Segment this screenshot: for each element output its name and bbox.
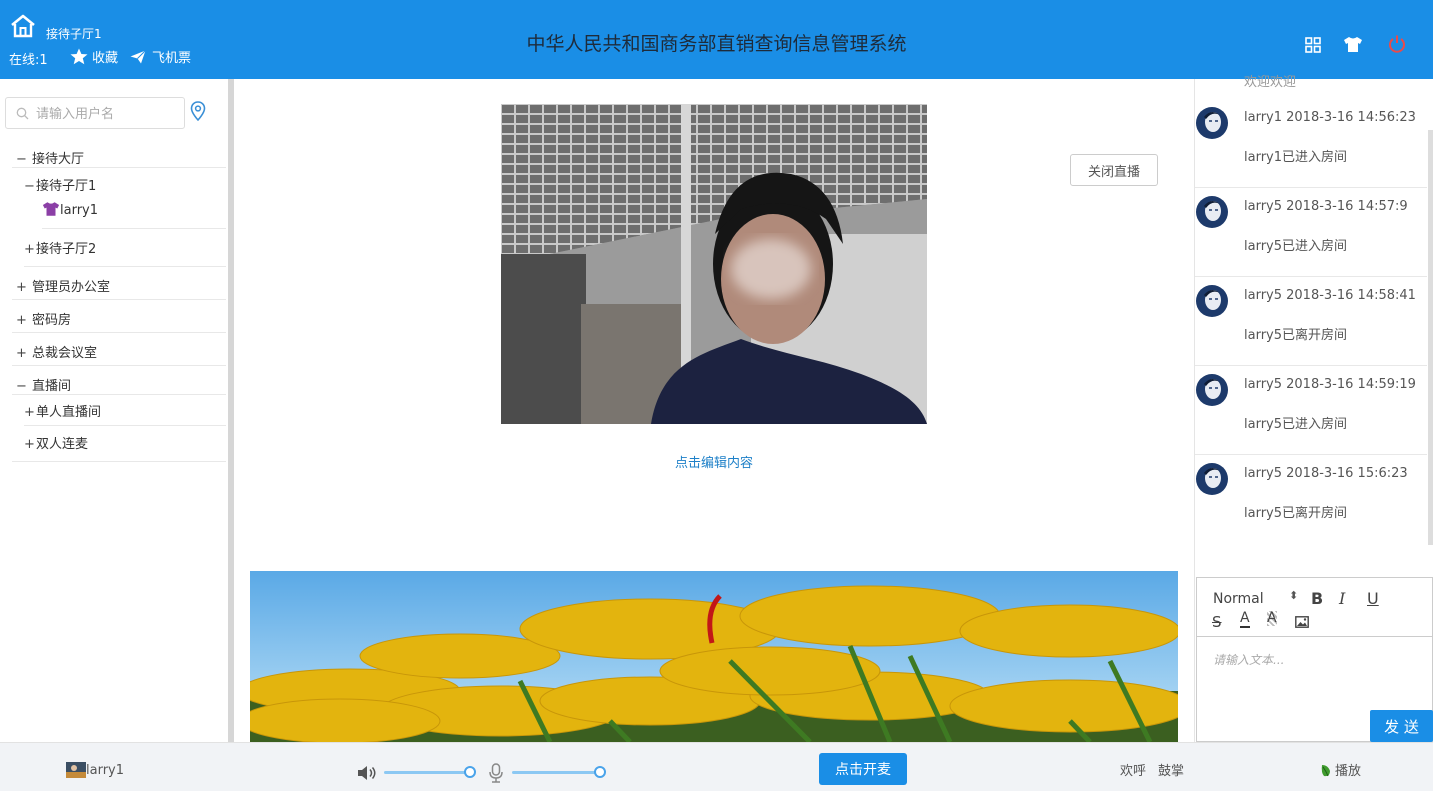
tree-item-ceo-meeting-room[interactable]: + 总裁会议室 — [12, 335, 226, 366]
play-button[interactable]: 播放 — [1319, 760, 1361, 779]
user-search-box — [5, 97, 185, 129]
shirt-icon[interactable] — [1343, 36, 1363, 53]
send-button[interactable]: 发 送 — [1370, 710, 1433, 742]
chat-message: larry5 2018-3-16 14:59:19 larry5已进入房间 — [1195, 366, 1427, 455]
close-live-button[interactable]: 关闭直播 — [1070, 154, 1158, 186]
tree-item-label: 接待大厅 — [32, 152, 85, 167]
chat-message-header: larry5 2018-3-16 14:58:41 — [1244, 288, 1416, 303]
expand-toggle[interactable]: + — [12, 346, 32, 361]
chat-message-header: larry5 2018-3-16 14:57:9 — [1244, 199, 1408, 214]
current-user-name: larry1 — [86, 762, 125, 778]
format-select-value: Normal — [1213, 591, 1264, 607]
chat-message: larry5 2018-3-16 15:6:23 larry5已离开房间 — [1195, 455, 1427, 544]
tree-item-single-live[interactable]: +单人直播间 — [24, 395, 226, 426]
tulip-banner-image — [250, 571, 1178, 742]
chat-message-partial: 欢迎欢迎 — [1244, 75, 1297, 90]
expand-toggle[interactable]: + — [24, 405, 36, 420]
chat-message-text: larry1已进入房间 — [1244, 150, 1348, 165]
tree-item-sub-hall-2[interactable]: +接待子厅2 — [24, 231, 226, 267]
expand-toggle[interactable]: + — [12, 313, 32, 328]
chat-message: larry1 2018-3-16 14:56:23 larry1已进入房间 — [1195, 99, 1427, 188]
collapse-toggle[interactable]: − — [12, 379, 32, 394]
chat-message: larry5 2018-3-16 14:57:9 larry5已进入房间 — [1195, 188, 1427, 277]
tree-item-admin-office[interactable]: + 管理员办公室 — [12, 269, 226, 300]
collapse-toggle[interactable]: − — [12, 152, 32, 167]
tree-item-label: 单人直播间 — [36, 405, 102, 420]
italic-icon[interactable]: I — [1339, 589, 1345, 608]
clap-button[interactable]: 鼓掌 — [1158, 760, 1184, 779]
power-icon[interactable] — [1387, 34, 1407, 54]
tree-item-label: larry1 — [60, 203, 99, 218]
avatar — [1196, 463, 1228, 495]
top-header: 接待子厅1 在线:1 收藏 飞机票 中华人民共和国商务部直销查询信息管理系统 — [0, 0, 1433, 79]
current-user: larry1 — [66, 762, 124, 778]
main-content: 关闭直播 点击编辑内容 — [234, 79, 1194, 742]
tree-item-label: 直播间 — [32, 379, 72, 394]
live-video-frame — [501, 104, 927, 424]
chat-message-header: larry5 2018-3-16 15:6:23 — [1244, 466, 1408, 481]
location-pin-icon[interactable] — [190, 101, 206, 121]
expand-toggle[interactable]: + — [24, 437, 36, 452]
tree-item-dual-mic[interactable]: +双人连麦 — [12, 427, 226, 462]
tree-item-label: 管理员办公室 — [32, 280, 111, 295]
select-arrows-icon: ⬍ — [1289, 589, 1299, 602]
tree-item-password-room[interactable]: + 密码房 — [12, 302, 226, 333]
tree-item-label: 总裁会议室 — [32, 346, 98, 361]
bottom-bar: larry1 点击开麦 欢呼 鼓掌 播放 — [0, 742, 1433, 791]
editor-toolbar: Normal ⬍ B I U S A A — [1197, 578, 1432, 637]
expand-toggle[interactable]: + — [24, 242, 36, 257]
chat-message-text: larry5已进入房间 — [1244, 417, 1348, 432]
chat-message-text: larry5已离开房间 — [1244, 328, 1348, 343]
search-icon — [16, 107, 29, 120]
volume-slider[interactable] — [384, 766, 476, 778]
open-mic-button[interactable]: 点击开麦 — [819, 753, 907, 785]
microphone-icon[interactable] — [488, 763, 504, 783]
image-icon[interactable] — [1295, 616, 1309, 628]
play-label: 播放 — [1335, 764, 1362, 779]
expand-toggle[interactable]: + — [12, 280, 32, 295]
message-input[interactable]: 请输入文本... — [1213, 651, 1284, 668]
user-thumbnail — [66, 762, 86, 778]
tree-item-reception-hall[interactable]: − 接待大厅 — [12, 141, 226, 168]
speaker-icon[interactable] — [357, 765, 377, 781]
mic-volume-slider[interactable] — [512, 766, 606, 778]
collapse-toggle[interactable]: − — [24, 179, 36, 194]
text-color-icon[interactable]: A — [1240, 611, 1250, 628]
volume-slider-knob[interactable] — [464, 766, 476, 778]
tree-item-label: 密码房 — [32, 313, 72, 328]
strikethrough-icon[interactable]: S — [1212, 613, 1222, 631]
tree-item-label: 接待子厅2 — [36, 242, 97, 257]
tree-item-label: 双人连麦 — [36, 437, 89, 452]
user-shirt-icon — [42, 202, 60, 216]
avatar — [1196, 107, 1228, 139]
tree-item-user-larry1[interactable]: larry1 — [42, 195, 226, 229]
chat-message-text: larry5已进入房间 — [1244, 239, 1348, 254]
chat-message-header: larry5 2018-3-16 14:59:19 — [1244, 377, 1416, 392]
background-color-icon[interactable]: A — [1267, 611, 1277, 626]
avatar — [1196, 285, 1228, 317]
avatar — [1196, 374, 1228, 406]
live-video[interactable] — [501, 104, 927, 424]
chat-scrollbar[interactable] — [1428, 130, 1433, 545]
format-select[interactable]: Normal — [1213, 591, 1264, 607]
chat-message-text: larry5已离开房间 — [1244, 506, 1348, 521]
app-title: 中华人民共和国商务部直销查询信息管理系统 — [526, 33, 907, 55]
tree-item-label: 接待子厅1 — [36, 179, 97, 194]
chat-message: larry5 2018-3-16 14:58:41 larry5已离开房间 — [1195, 277, 1427, 366]
chat-message-header: larry1 2018-3-16 14:56:23 — [1244, 110, 1416, 125]
cheer-button[interactable]: 欢呼 — [1120, 760, 1146, 779]
room-sidebar: −接待大厅 −接待子厅1 larry1 +接待子厅2 +管理员办公室 +密码房 … — [0, 79, 228, 742]
grid-icon[interactable] — [1305, 37, 1321, 53]
user-search-input[interactable] — [36, 104, 176, 124]
play-leaf-icon — [1321, 764, 1330, 776]
edit-content-link[interactable]: 点击编辑内容 — [234, 452, 1194, 471]
bold-icon[interactable]: B — [1311, 589, 1323, 608]
avatar — [1196, 196, 1228, 228]
underline-icon[interactable]: U — [1367, 589, 1379, 608]
tree-item-sub-hall-1[interactable]: −接待子厅1 — [24, 169, 226, 194]
tree-item-live-room[interactable]: − 直播间 — [12, 368, 226, 395]
mic-slider-knob[interactable] — [594, 766, 606, 778]
